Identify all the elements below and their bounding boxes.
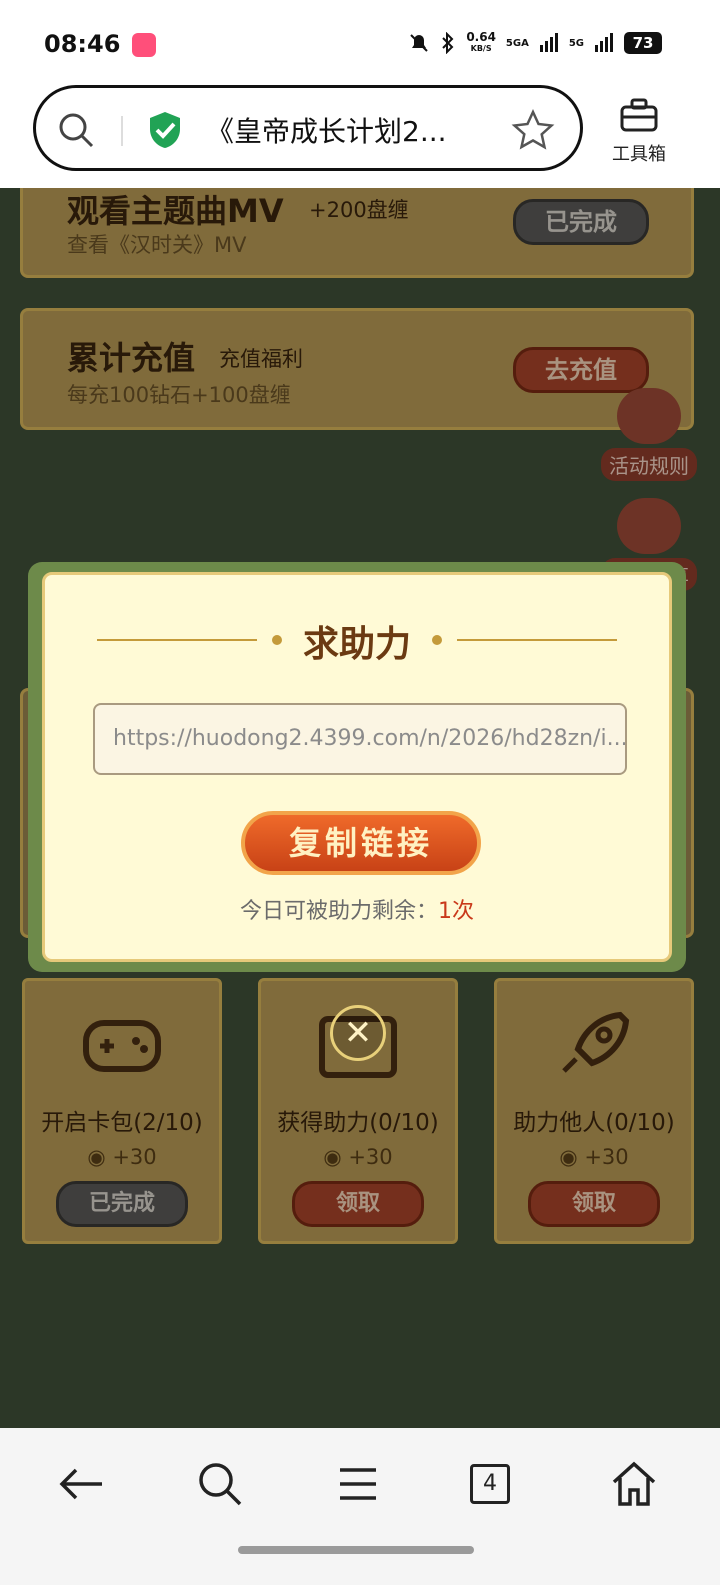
toolbox-icon (620, 98, 658, 132)
browser-bottom-nav: 4 (0, 1428, 720, 1585)
status-bar: 08:46 0.64 KB/S 5GA 5G 73 (0, 0, 720, 86)
close-icon[interactable]: ✕ (330, 1005, 386, 1061)
dialog-content: 求助力 https://huodong2.4399.com/n/2026/hd2… (42, 572, 672, 962)
address-bar[interactable]: 《皇帝成长计划2... (33, 85, 583, 171)
status-indicators: 0.64 KB/S 5GA 5G 73 (408, 30, 662, 54)
search-icon[interactable] (56, 110, 96, 150)
notification-app-icon (132, 33, 156, 57)
copy-link-button[interactable]: 复制链接 (241, 811, 481, 875)
search-icon[interactable] (194, 1458, 246, 1510)
status-time: 08:46 (44, 30, 121, 58)
bookmark-star-icon[interactable] (511, 108, 555, 152)
toolbox-button[interactable]: 工具箱 (603, 98, 675, 166)
network-type-2: 5G (568, 37, 584, 49)
signal-icon (595, 33, 613, 52)
toolbox-label: 工具箱 (612, 144, 666, 165)
mute-icon (410, 34, 429, 52)
bluetooth-icon (442, 32, 454, 54)
back-arrow-icon[interactable] (56, 1458, 108, 1510)
tabs-button[interactable]: 4 (470, 1464, 510, 1504)
home-icon[interactable] (608, 1458, 660, 1510)
network-type-1: 5GA (505, 37, 529, 49)
home-indicator[interactable] (238, 1546, 474, 1554)
share-link-field[interactable]: https://huodong2.4399.com/n/2026/hd28zn/… (93, 703, 627, 775)
help-dialog: 求助力 https://huodong2.4399.com/n/2026/hd2… (28, 562, 686, 972)
network-speed: 0.64 KB/S (466, 30, 496, 53)
security-shield-icon[interactable] (146, 110, 184, 150)
divider (121, 116, 123, 146)
menu-icon[interactable] (332, 1458, 384, 1510)
page-title[interactable]: 《皇帝成长计划2... (206, 110, 447, 150)
ornament-right-icon (432, 635, 617, 645)
remaining-help-count: 今日可被助力剩余：1次 (239, 899, 474, 924)
signal-icon (539, 33, 558, 52)
battery-icon: 73 (624, 32, 662, 54)
